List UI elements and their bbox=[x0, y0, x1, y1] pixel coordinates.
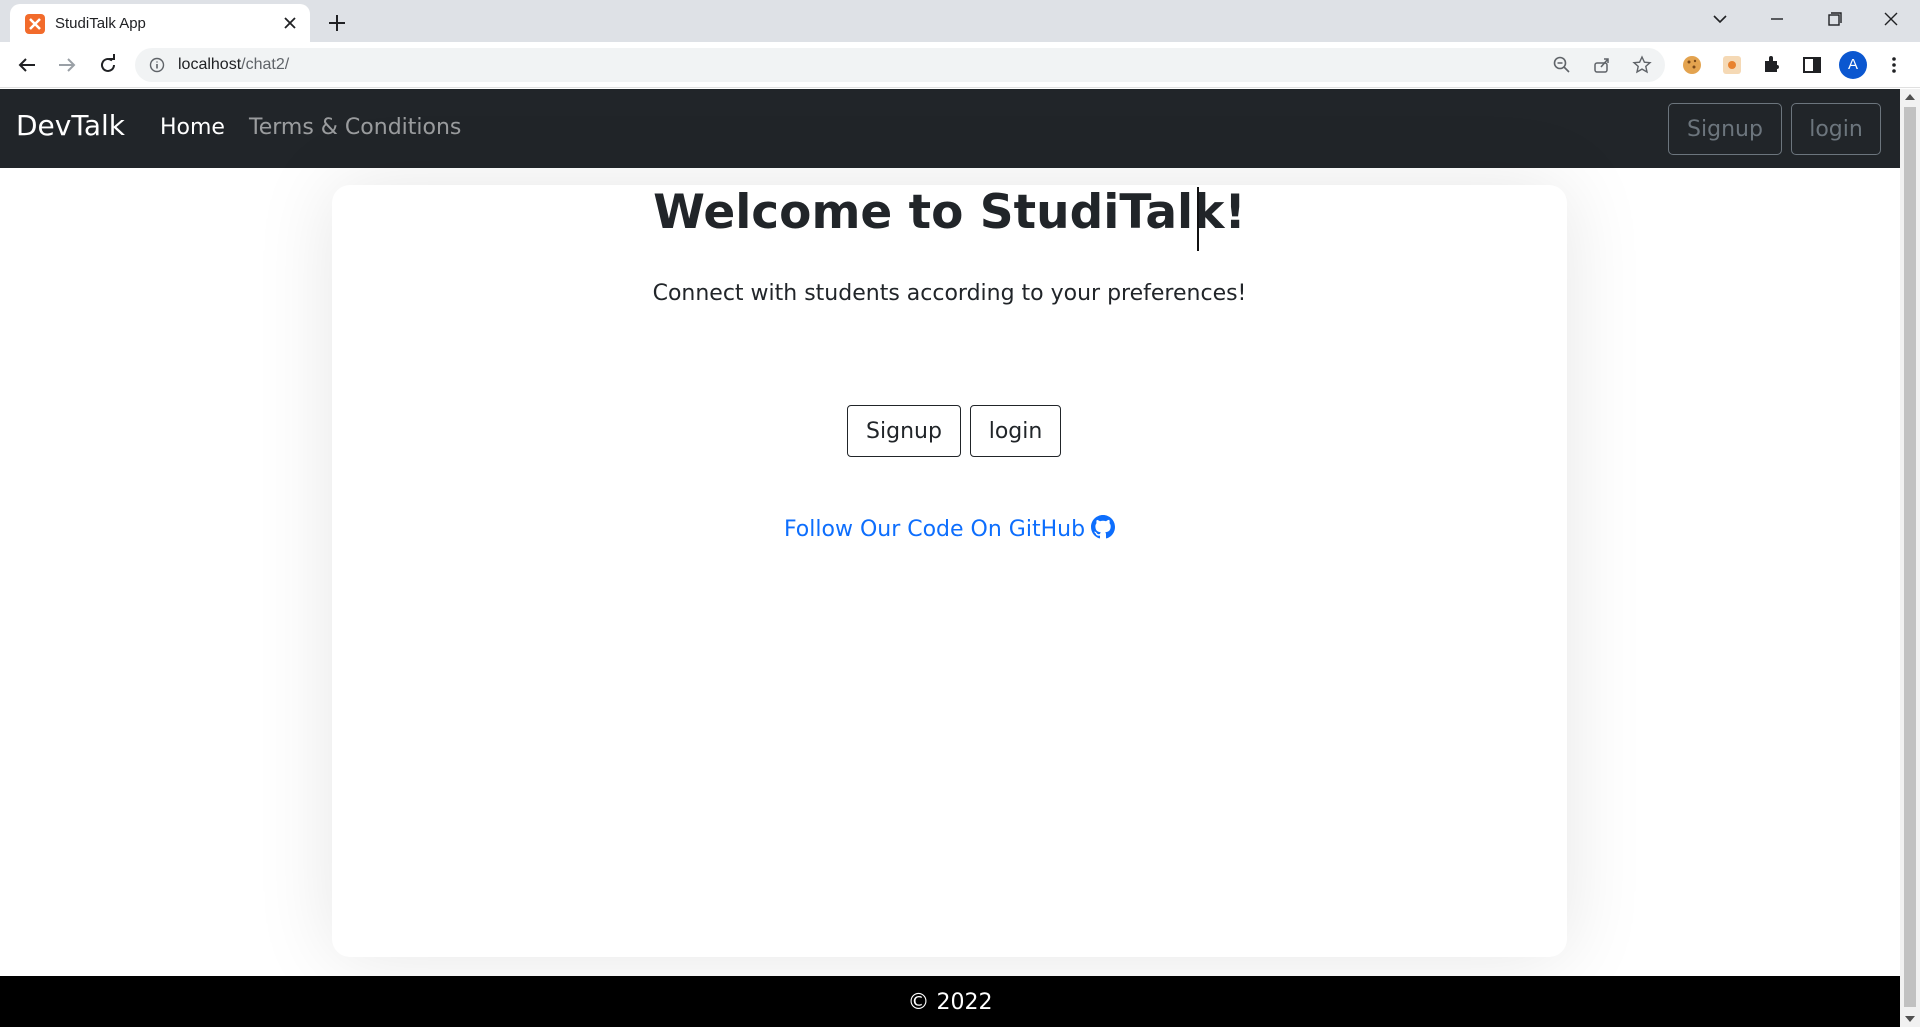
minimize-icon[interactable] bbox=[1762, 6, 1792, 32]
close-window-icon[interactable] bbox=[1876, 6, 1906, 32]
address-bar[interactable]: localhost/chat2/ bbox=[135, 48, 1665, 82]
restore-icon[interactable] bbox=[1819, 6, 1849, 32]
back-icon[interactable] bbox=[13, 51, 41, 79]
scroll-down-arrow-icon[interactable] bbox=[1905, 1016, 1915, 1022]
extensions-puzzle-icon[interactable] bbox=[1760, 53, 1784, 77]
url-host: localhost bbox=[178, 56, 242, 73]
tab-title: StudiTalk App bbox=[55, 15, 146, 32]
profile-avatar[interactable]: A bbox=[1839, 51, 1867, 79]
bookmark-star-icon[interactable] bbox=[1632, 55, 1652, 75]
new-tab-icon[interactable] bbox=[324, 10, 350, 36]
url-text: localhost/chat2/ bbox=[178, 56, 289, 74]
close-tab-icon[interactable] bbox=[280, 13, 300, 33]
github-link-text[interactable]: Follow Our Code On GitHub bbox=[784, 517, 1085, 542]
scroll-up-arrow-icon[interactable] bbox=[1905, 94, 1915, 100]
page-scrollbar[interactable] bbox=[1900, 89, 1920, 1027]
signup-button[interactable]: Signup bbox=[847, 405, 961, 457]
github-icon[interactable] bbox=[1091, 515, 1116, 545]
site-info-icon[interactable] bbox=[149, 57, 165, 73]
welcome-card: Welcome to StudiTalk! Connect with stude… bbox=[332, 185, 1567, 957]
cookie-extension-icon[interactable] bbox=[1680, 53, 1704, 77]
nav-link-terms[interactable]: Terms & Conditions bbox=[249, 115, 461, 140]
forward-icon[interactable] bbox=[53, 51, 81, 79]
site-navbar: DevTalk Home Terms & Conditions Signup l… bbox=[0, 89, 1900, 168]
zoom-icon[interactable] bbox=[1552, 55, 1572, 75]
reload-icon[interactable] bbox=[94, 51, 122, 79]
page-title: Welcome to StudiTalk! bbox=[653, 185, 1246, 240]
nav-login-button[interactable]: login bbox=[1791, 103, 1881, 155]
browser-tab[interactable]: StudiTalk App bbox=[10, 4, 310, 42]
tab-search-chevron-icon[interactable] bbox=[1705, 6, 1735, 32]
login-button[interactable]: login bbox=[970, 405, 1061, 457]
scrollbar-thumb[interactable] bbox=[1904, 107, 1916, 1007]
share-icon[interactable] bbox=[1592, 55, 1612, 75]
screenshot-extension-icon[interactable] bbox=[1720, 53, 1744, 77]
text-cursor bbox=[1197, 187, 1199, 251]
nav-link-home[interactable]: Home bbox=[160, 115, 225, 140]
github-link[interactable]: Follow Our Code On GitHub bbox=[332, 515, 1567, 545]
site-footer: © 2022 bbox=[0, 976, 1900, 1027]
footer-copyright: © 2022 bbox=[907, 990, 993, 1015]
xampp-favicon-icon bbox=[25, 14, 45, 34]
browser-tabstrip: StudiTalk App bbox=[0, 0, 1920, 42]
page-viewport: DevTalk Home Terms & Conditions Signup l… bbox=[0, 89, 1900, 1027]
brand-logo[interactable]: DevTalk bbox=[16, 109, 125, 142]
url-path: /chat2/ bbox=[241, 56, 290, 73]
side-panel-icon[interactable] bbox=[1800, 53, 1824, 77]
nav-signup-button[interactable]: Signup bbox=[1668, 103, 1782, 155]
more-menu-icon[interactable] bbox=[1882, 53, 1906, 77]
page-subtitle: Connect with students according to your … bbox=[652, 281, 1247, 306]
browser-toolbar: localhost/chat2/ A bbox=[0, 42, 1920, 88]
